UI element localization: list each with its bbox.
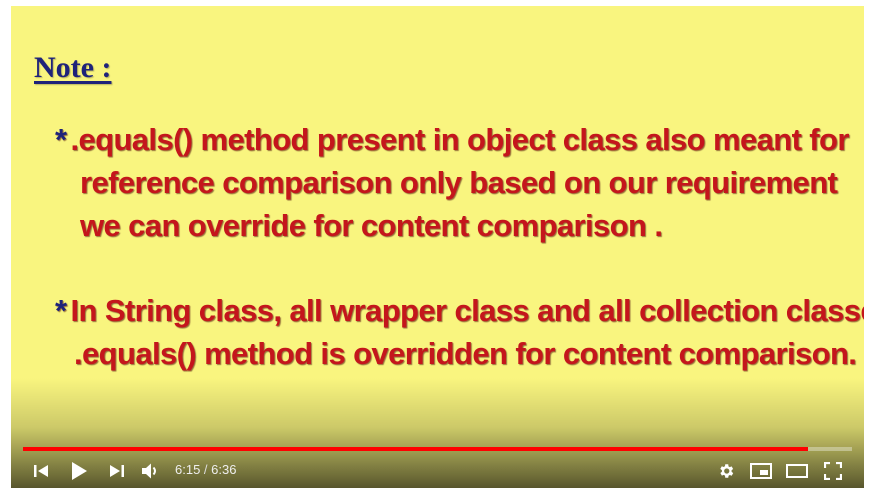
gear-icon bbox=[720, 464, 734, 478]
volume-icon bbox=[142, 463, 156, 479]
fullscreen-button[interactable] bbox=[820, 458, 846, 484]
progress-played bbox=[23, 447, 809, 451]
bullet-line: reference comparison only based on our r… bbox=[80, 165, 838, 200]
settings-button[interactable] bbox=[713, 458, 739, 484]
miniplayer-icon bbox=[750, 463, 772, 479]
bullet-point-2: * In String class, all wrapper class and … bbox=[55, 289, 864, 375]
bullet-line: we can override for content comparison . bbox=[80, 208, 663, 243]
time-separator: / bbox=[200, 462, 212, 477]
progress-bar[interactable] bbox=[23, 447, 852, 451]
skip-next-icon bbox=[110, 465, 124, 477]
previous-button[interactable] bbox=[28, 458, 54, 484]
duration: 6:36 bbox=[211, 462, 237, 477]
bullet-point-1: * .equals() method present in object clas… bbox=[55, 118, 849, 247]
video-player[interactable]: Note : * .equals() method present in obje… bbox=[11, 6, 864, 488]
bullet-marker: * bbox=[55, 293, 67, 328]
current-time: 6:15 bbox=[175, 462, 201, 477]
bullet-line: .equals() method is overridden for conte… bbox=[74, 336, 857, 371]
volume-button[interactable] bbox=[137, 458, 163, 484]
slide-title: Note : bbox=[34, 51, 112, 84]
theater-mode-button[interactable] bbox=[784, 458, 810, 484]
skip-previous-icon bbox=[34, 465, 48, 477]
play-icon bbox=[72, 462, 87, 480]
time-display: 6:15 / 6:36 bbox=[175, 462, 236, 477]
bullet-marker: * bbox=[55, 122, 67, 157]
fullscreen-icon bbox=[824, 462, 842, 480]
theater-mode-icon bbox=[786, 464, 808, 478]
slide-content: Note : * .equals() method present in obje… bbox=[11, 6, 864, 488]
bullet-line: * .equals() method present in object clas… bbox=[55, 122, 849, 157]
miniplayer-button[interactable] bbox=[748, 458, 774, 484]
play-button[interactable] bbox=[66, 458, 92, 484]
next-button[interactable] bbox=[104, 458, 130, 484]
bullet-line: * In String class, all wrapper class and … bbox=[55, 293, 864, 328]
